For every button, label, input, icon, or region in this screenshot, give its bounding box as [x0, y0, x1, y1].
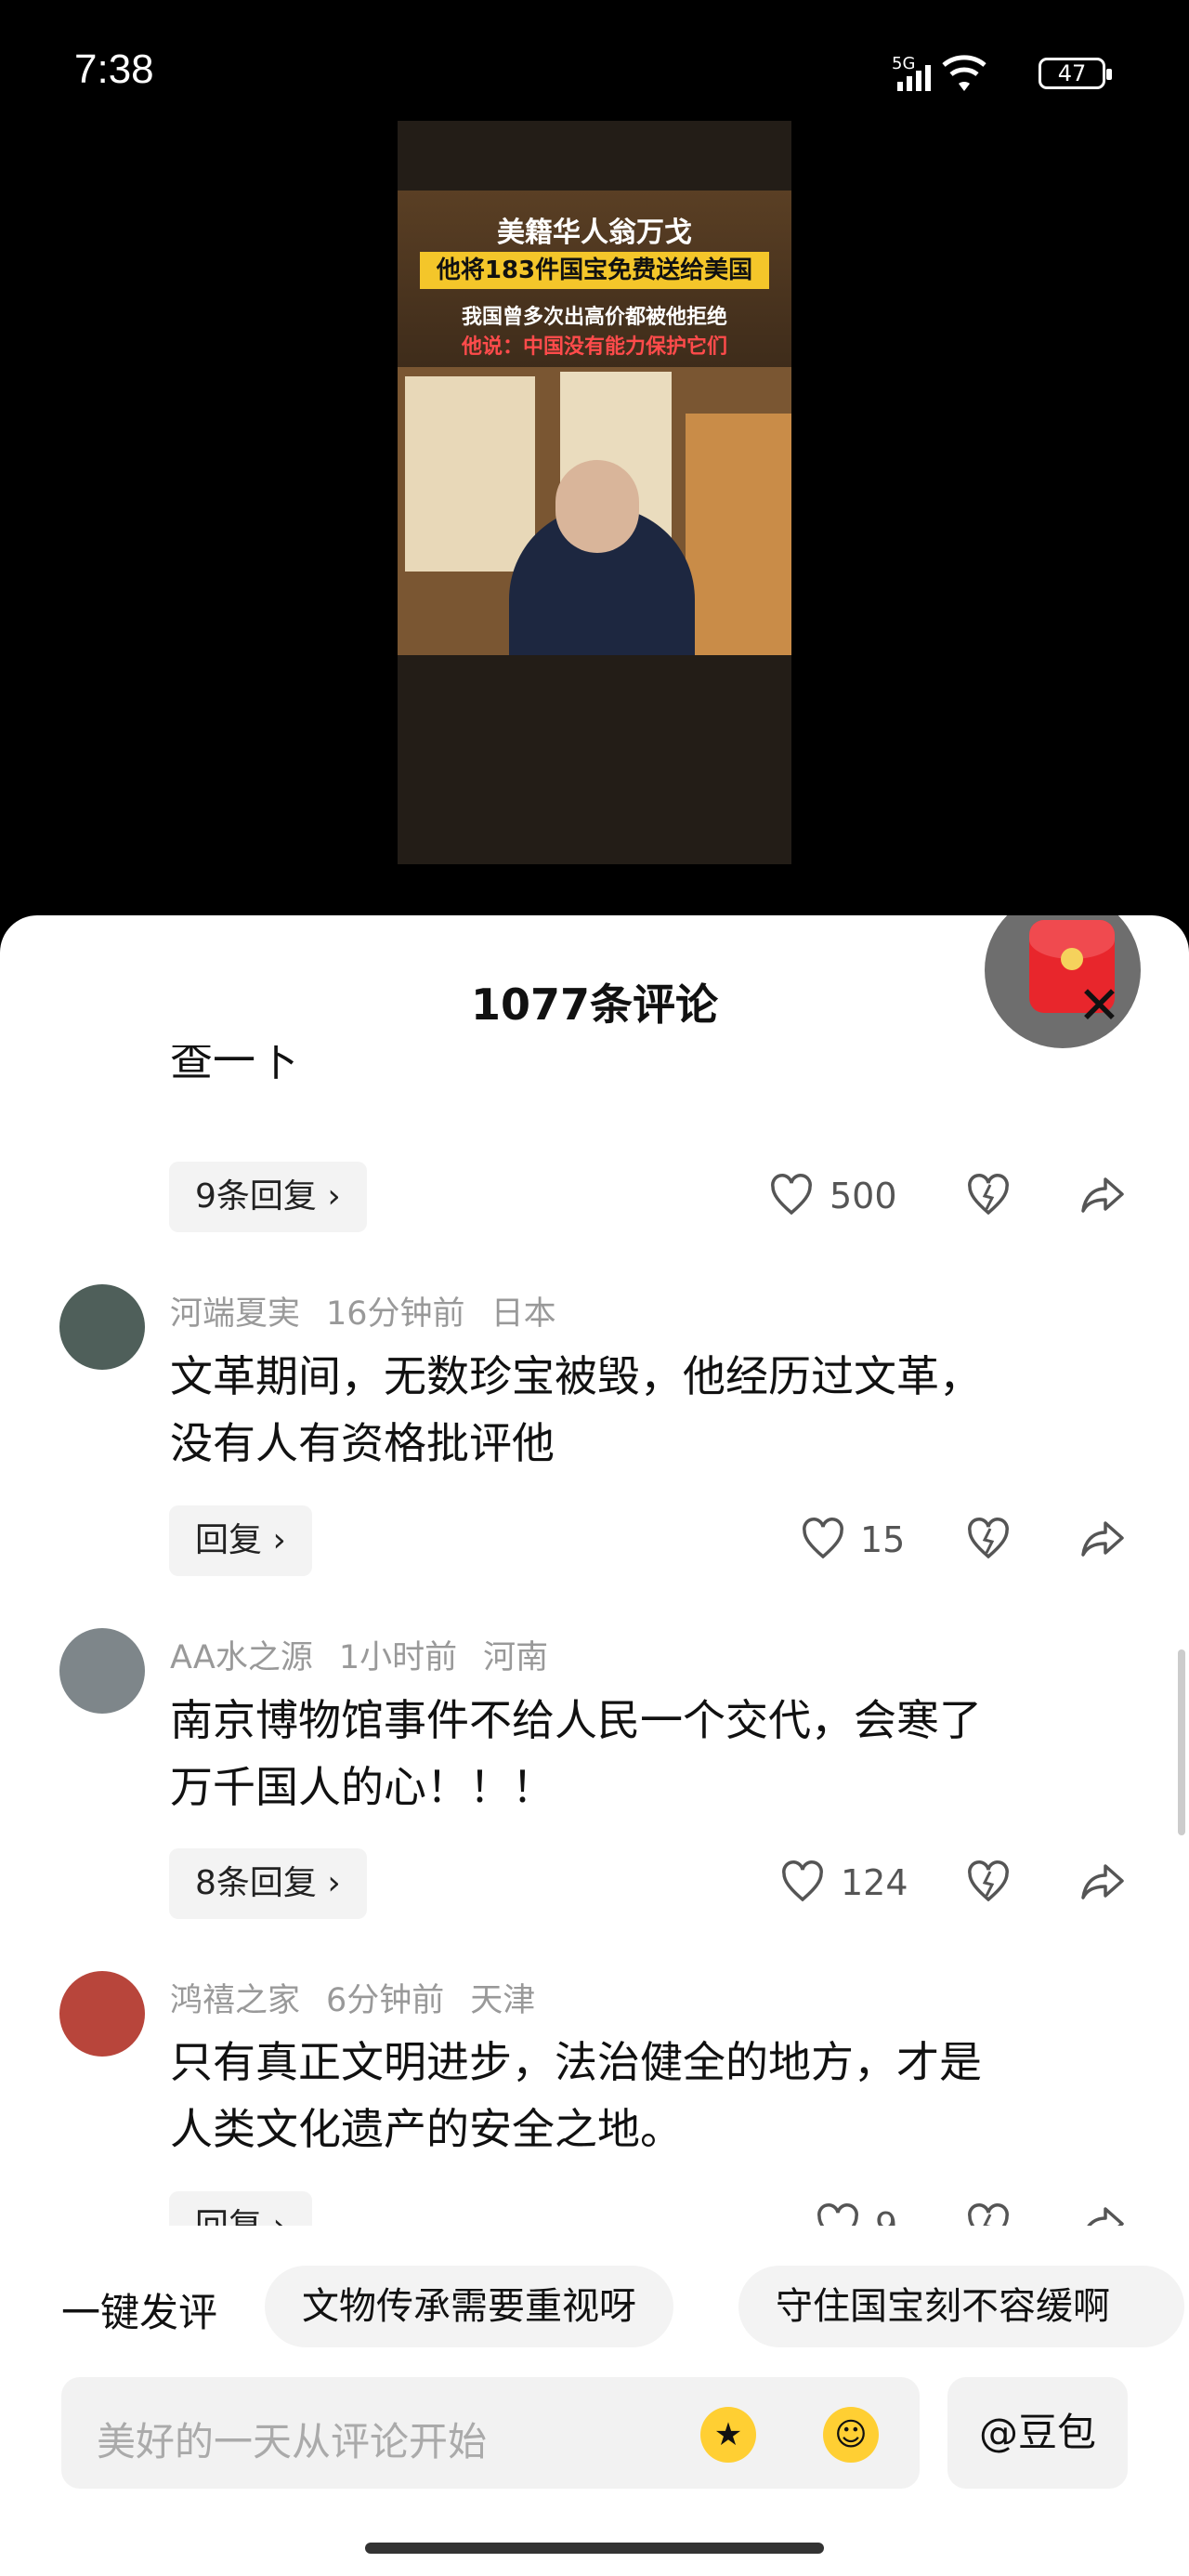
- scrollbar[interactable]: [1178, 1649, 1185, 1835]
- dislike-icon[interactable]: [966, 1174, 1011, 1216]
- comment-location: 河南: [483, 1639, 549, 1676]
- share-icon[interactable]: [1079, 1518, 1126, 1560]
- signal-wifi-icon: 5G: [892, 54, 986, 91]
- reply-button[interactable]: 回复 ›: [169, 1505, 312, 1576]
- share-icon[interactable]: [1079, 1860, 1126, 1903]
- video-caption-1: 美籍华人翁万戈: [497, 217, 692, 249]
- reply-button[interactable]: 回复 ›: [169, 2191, 312, 2226]
- dislike-icon[interactable]: [966, 1860, 1011, 1903]
- dislike-icon[interactable]: [966, 2203, 1011, 2226]
- comment-text: 万千国人的心！！！: [170, 1762, 555, 1812]
- comment-location: 日本: [490, 1295, 556, 1333]
- calligraphy-scroll: [405, 376, 535, 572]
- comment-input-bar: 美好的一天从评论开始 ★ ☺ @豆包: [0, 2360, 1189, 2576]
- comment-list[interactable]: 查一下 9条回复 › 500 河端夏実 16分钟前 日本 文革期间，无数珍宝被毁，他…: [0, 1045, 1189, 2226]
- comment-count-title: 1077条评论: [470, 979, 719, 1030]
- quick-comment-chip[interactable]: 守住国宝刻不容缓啊: [738, 2266, 1184, 2347]
- comment-location: 天津: [470, 1982, 536, 2019]
- video-player[interactable]: 美籍华人翁万戈 他将183件国宝免费送给美国 我国曾多次出高价都被他拒绝 他说：…: [398, 121, 791, 864]
- comment-time: 1小时前: [338, 1639, 458, 1676]
- avatar[interactable]: [59, 1628, 145, 1714]
- avatar[interactable]: [59, 1284, 145, 1370]
- comment-time: 6分钟前: [326, 1982, 445, 2019]
- share-icon[interactable]: [1079, 1174, 1126, 1216]
- comment-text: 文革期间，无数珍宝被毁，他经历过文革，: [170, 1351, 982, 1401]
- comment-username[interactable]: AA水之源: [170, 1639, 313, 1676]
- status-time: 7:38: [74, 46, 154, 92]
- video-person-face: [555, 460, 639, 553]
- heart-like-icon[interactable]: [780, 1860, 825, 1903]
- like-count: 9: [875, 2205, 898, 2226]
- close-icon[interactable]: ✕: [1078, 980, 1121, 1032]
- like-count: 15: [860, 1519, 906, 1560]
- comment-text: 南京博物馆事件不给人民一个交代，会寒了: [170, 1695, 982, 1745]
- quick-comment-chip-text: 守住国宝刻不容缓啊: [776, 2285, 1110, 2328]
- reply-button[interactable]: 8条回复 ›: [169, 1848, 367, 1919]
- comment-text: 只有真正文明进步，法治健全的地方，才是: [170, 2037, 982, 2087]
- comment-text: 没有人有资格批评他: [170, 1418, 555, 1468]
- dislike-icon[interactable]: [966, 1518, 1011, 1560]
- comment-username[interactable]: 鸿禧之家: [170, 1982, 300, 2019]
- quick-comment-label: 一键发评: [61, 2290, 218, 2335]
- battery-indicator: 47: [1039, 58, 1112, 89]
- share-icon[interactable]: [1079, 2203, 1126, 2226]
- comment-text: 查一下: [170, 1045, 298, 1085]
- heart-like-icon[interactable]: [769, 1174, 814, 1216]
- avatar[interactable]: [59, 1971, 145, 2057]
- video-caption-4: 他说：中国没有能力保护它们: [461, 335, 727, 359]
- comment-text: 人类文化遗产的安全之地。: [170, 2104, 683, 2154]
- quick-comment-chip[interactable]: 文物传承需要重视呀: [265, 2266, 673, 2347]
- star-eyes-emoji-icon[interactable]: ★: [700, 2407, 756, 2463]
- mention-doubao-button[interactable]: @豆包: [947, 2377, 1128, 2489]
- reply-button[interactable]: 9条回复 ›: [169, 1162, 367, 1232]
- comment-input[interactable]: 美好的一天从评论开始 ★ ☺: [61, 2377, 920, 2489]
- video-door: [686, 414, 791, 655]
- heart-like-icon[interactable]: [801, 1518, 845, 1560]
- laughing-emoji-icon[interactable]: ☺: [823, 2407, 879, 2463]
- video-frame: 美籍华人翁万戈 他将183件国宝免费送给美国 我国曾多次出高价都被他拒绝 他说：…: [398, 191, 791, 655]
- quick-comment-bar: 一键发评 文物传承需要重视呀 守住国宝刻不容缓啊: [0, 2258, 1189, 2351]
- video-caption-3: 我国曾多次出高价都被他拒绝: [461, 306, 727, 329]
- video-caption-2: 他将183件国宝免费送给美国: [420, 252, 769, 289]
- comment-meta: 河端夏実 16分钟前 日本: [170, 1287, 582, 1334]
- like-count: 500: [830, 1176, 897, 1216]
- network-type: 5G: [892, 54, 915, 73]
- like-count: 124: [841, 1862, 908, 1903]
- comment-time: 16分钟前: [326, 1295, 465, 1333]
- comment-meta: AA水之源 1小时前 河南: [170, 1631, 574, 1678]
- home-indicator[interactable]: [365, 2543, 824, 2554]
- comment-meta: 鸿禧之家 6分钟前 天津: [170, 1974, 561, 2021]
- heart-like-icon[interactable]: [816, 2203, 860, 2226]
- comment-input-placeholder: 美好的一天从评论开始: [97, 2419, 488, 2464]
- comment-username[interactable]: 河端夏実: [170, 1295, 300, 1333]
